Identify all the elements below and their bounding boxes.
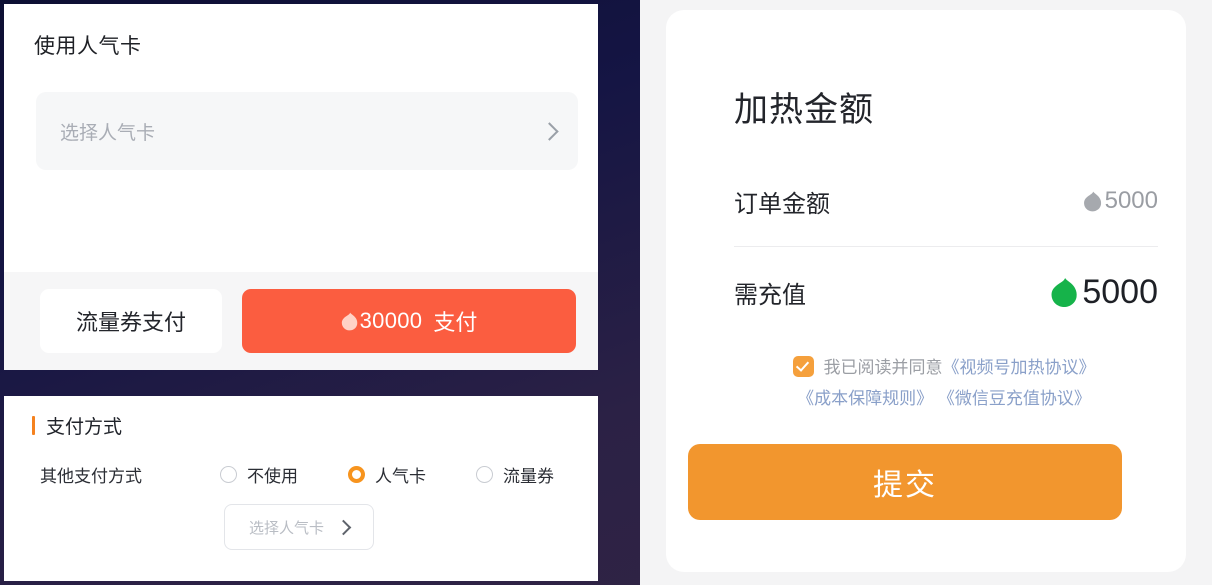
popularity-card-section-label: 使用人气卡 [34, 35, 142, 58]
popularity-card-mini-select[interactable]: 选择人气卡 [224, 504, 374, 550]
agreement-prefix: 我已阅读并同意 [823, 358, 943, 377]
row-divider [734, 246, 1158, 247]
recharge-amount-row: 需充值 5000 [734, 268, 1158, 316]
popularity-card-select-placeholder: 选择人气卡 [60, 122, 156, 144]
recharge-amount-label: 需充值 [734, 281, 806, 309]
page-title: 加热金额 [734, 91, 874, 129]
coupon-pay-button-label: 流量券支付 [75, 310, 186, 335]
payment-method-row: 其他支付方式 不使用 人气卡 流量券 [40, 459, 580, 489]
radio-option-label: 人气卡 [375, 466, 426, 486]
agreement-block: 我已阅读并同意《视频号加热协议》 《成本保障规则》 《微信豆充值协议》 [732, 352, 1156, 414]
popularity-card-panel: 使用人气卡 选择人气卡 流量券支付 30000 支付 [4, 4, 598, 370]
radio-option-traffic-coupon[interactable]: 流量券 [476, 462, 554, 487]
title-accent-bar-icon [32, 416, 35, 435]
radio-option-label: 流量券 [503, 466, 554, 486]
radio-icon-selected[interactable] [348, 465, 365, 483]
pay-button-amount: 30000 [359, 308, 423, 333]
pay-button[interactable]: 30000 支付 [242, 289, 576, 353]
recharge-amount-value: 5000 [1082, 272, 1158, 311]
popularity-card-mini-select-placeholder: 选择人气卡 [248, 519, 324, 537]
payment-method-title: 支付方式 [32, 412, 122, 439]
agreement-link-heat[interactable]: 《视频号加热协议》 [943, 358, 1096, 377]
popularity-card-select[interactable]: 选择人气卡 [36, 92, 578, 170]
pay-button-suffix: 支付 [433, 310, 478, 335]
heat-amount-panel: 加热金额 订单金额 5000 需充值 5000 我已阅读并同意《视频号加热协议》… [666, 10, 1186, 572]
payment-action-bar: 流量券支付 30000 支付 [4, 272, 598, 370]
order-amount-row: 订单金额 5000 [734, 180, 1158, 222]
radio-icon[interactable] [220, 465, 237, 483]
chevron-right-icon [540, 121, 559, 141]
bean-icon-gray [1083, 191, 1102, 212]
left-column: 使用人气卡 选择人气卡 流量券支付 30000 支付 支付方式 其他支付方式 不… [0, 0, 598, 585]
payment-method-radio-group: 不使用 人气卡 流量券 [220, 462, 554, 487]
order-amount-value: 5000 [1104, 187, 1158, 214]
payment-method-row-label: 其他支付方式 [40, 466, 142, 486]
payment-method-title-text: 支付方式 [46, 417, 123, 438]
radio-option-label: 不使用 [247, 466, 298, 486]
right-column: 加热金额 订单金额 5000 需充值 5000 我已阅读并同意《视频号加热协议》… [640, 0, 1212, 585]
payment-method-panel: 支付方式 其他支付方式 不使用 人气卡 流量券 选择人气卡 [4, 396, 598, 581]
agreement-link-cost[interactable]: 《成本保障规则》 [797, 389, 933, 408]
bean-icon [341, 312, 358, 331]
radio-option-popularity-card[interactable]: 人气卡 [348, 462, 426, 487]
chevron-right-icon [335, 519, 352, 535]
coupon-pay-button[interactable]: 流量券支付 [40, 289, 222, 353]
bean-icon-green [1050, 277, 1078, 308]
radio-option-none[interactable]: 不使用 [220, 462, 298, 487]
checkbox-checked-icon[interactable] [792, 356, 814, 377]
submit-button-label: 提交 [873, 469, 937, 502]
radio-icon[interactable] [476, 465, 493, 483]
agreement-link-bean[interactable]: 《微信豆充值协议》 [938, 389, 1091, 408]
order-amount-label: 订单金额 [734, 190, 830, 218]
submit-button[interactable]: 提交 [688, 444, 1122, 520]
app-root: 使用人气卡 选择人气卡 流量券支付 30000 支付 支付方式 其他支付方式 不… [0, 0, 1212, 585]
order-amount-value-wrap: 5000 [1083, 187, 1158, 215]
recharge-amount-value-wrap: 5000 [1050, 273, 1158, 312]
